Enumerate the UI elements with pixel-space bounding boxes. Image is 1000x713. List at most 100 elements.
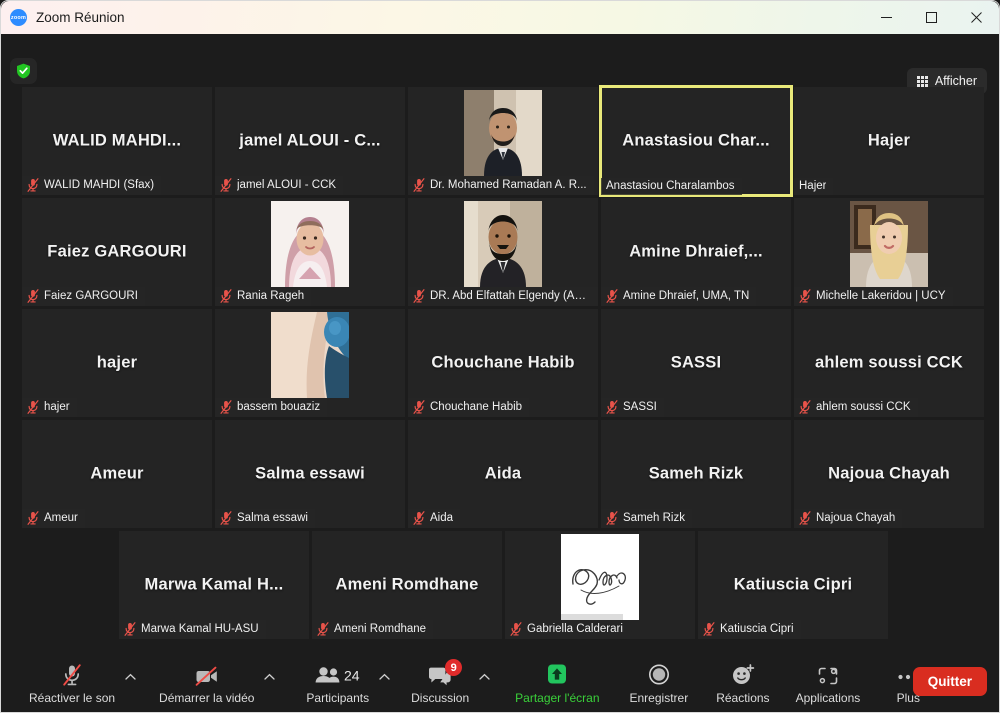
participant-tile[interactable]: bassem bouaziz [215,309,405,417]
participant-name-bar: jamel ALOUI - CCK [215,176,344,195]
participant-name-label: Salma essawi [237,512,308,524]
participant-name-label: Anastasiou Charalambos [606,180,735,192]
minimize-button[interactable] [864,1,909,34]
participant-tile[interactable]: Gabriella Calderari [505,531,695,639]
participant-name-bar: ahlem soussi CCK [794,398,918,417]
participant-tile[interactable]: Ameur Ameur [22,420,212,528]
participant-tile[interactable]: Dr. Mohamed Ramadan A. R... [408,87,598,195]
microphone-muted-icon [27,400,39,414]
participant-name-bar: bassem bouaziz [215,398,328,417]
smiley-plus-icon [730,663,756,687]
participant-display-name: Ameni Romdhane [335,575,479,594]
participant-name-label: Najoua Chayah [816,512,896,524]
reactions-button[interactable]: Réactions [710,657,775,711]
microphone-muted-icon [606,400,618,414]
participant-video [850,201,928,287]
reactions-label: Réactions [716,691,770,705]
window-titlebar: zoom Zoom Réunion [1,1,999,34]
start-video-button[interactable]: Démarrer la vidéo [153,657,260,711]
apps-button[interactable]: Applications [790,657,867,711]
participant-display-name: Najoua Chayah [828,464,950,483]
close-button[interactable] [954,1,999,34]
participant-tile[interactable]: Salma essawi Salma essawi [215,420,405,528]
participant-display-name: WALID MAHDI... [52,131,182,150]
participant-name-bar: Michelle Lakeridou | UCY [794,287,953,306]
participant-tile[interactable]: Chouchane Habib Chouchane Habib [408,309,598,417]
participant-tile[interactable]: WALID MAHDI... WALID MAHDI (Sfax) [22,87,212,195]
participant-tile[interactable]: Najoua Chayah Najoua Chayah [794,420,984,528]
participant-tile[interactable]: hajer hajer [22,309,212,417]
participant-video [271,201,349,287]
chat-options-caret[interactable] [475,657,493,711]
share-screen-button[interactable]: Partager l'écran [509,657,605,711]
share-screen-icon [544,663,570,687]
participants-label: Participants [306,691,370,705]
encryption-shield-icon[interactable] [10,58,37,84]
participant-video [561,534,639,620]
apps-bracket-icon [816,663,840,687]
participant-name-label: Gabriella Calderari [527,623,623,635]
participant-tile[interactable]: DR. Abd Elfattah Elgendy (AS... [408,198,598,306]
participant-name-bar: SASSI [601,398,664,417]
participant-tile[interactable]: Marwa Kamal H... Marwa Kamal HU-ASU [119,531,309,639]
participant-name-label: Marwa Kamal HU-ASU [141,623,259,635]
zoom-logo-icon: zoom [10,9,27,26]
participant-name-bar: Marwa Kamal HU-ASU [119,620,266,639]
participant-display-name: Sameh Rizk [648,464,744,483]
microphone-muted-icon [124,622,136,636]
microphone-muted-icon [27,511,39,525]
participant-display-name: Faiez GARGOURI [47,242,187,261]
participant-tile[interactable]: jamel ALOUI - C... jamel ALOUI - CCK [215,87,405,195]
video-options-caret[interactable] [260,657,278,711]
participant-name-bar: Hajer [794,178,834,195]
leave-meeting-button[interactable]: Quitter [912,667,987,696]
apps-label: Applications [795,691,861,705]
participant-name-label: Sameh Rizk [623,512,685,524]
participant-display-name: Katiuscia Cipri [733,575,853,594]
participant-tile[interactable]: Michelle Lakeridou | UCY [794,198,984,306]
chat-bubble-icon: 9 [427,659,463,687]
participant-name-bar: Ameni Romdhane [312,620,434,639]
participant-tile[interactable]: Amine Dhraief,... Amine Dhraief, UMA, TN [601,198,791,306]
participants-options-caret[interactable] [375,657,393,711]
microphone-muted-icon [27,178,39,192]
view-button-label: Afficher [934,74,977,88]
participant-tile[interactable]: Rania Rageh [215,198,405,306]
participant-tile[interactable]: Anastasiou Char... Anastasiou Charalambo… [599,85,793,197]
participant-tile[interactable]: Hajer Hajer [794,87,984,195]
record-button[interactable]: Enregistrer [624,657,695,711]
microphone-muted-icon [413,400,425,414]
participant-display-name: ahlem soussi CCK [814,353,964,372]
participant-gallery: WALID MAHDI... WALID MAHDI (Sfax) jamel … [1,85,999,655]
participant-display-name: Marwa Kamal H... [144,575,284,594]
participant-tile[interactable]: Sameh Rizk Sameh Rizk [601,420,791,528]
titlebar-left: zoom Zoom Réunion [1,9,125,26]
participant-tile[interactable]: Aida Aida [408,420,598,528]
participants-button[interactable]: 24 Participants [300,657,375,711]
participant-name-label: Amine Dhraief, UMA, TN [623,290,750,302]
participant-tile[interactable]: Ameni Romdhane Ameni Romdhane [312,531,502,639]
microphone-muted-icon [799,289,811,303]
meeting-toolbar: Réactiver le son Démarrer la vidéo 24 Pa… [1,655,999,712]
participant-name-label: Ameur [44,512,78,524]
record-circle-icon [647,663,671,687]
participant-tile[interactable]: Faiez GARGOURI Faiez GARGOURI [22,198,212,306]
participant-tile[interactable]: Katiuscia Cipri Katiuscia Cipri [698,531,888,639]
participant-name-bar: Rania Rageh [215,287,312,306]
participant-name-label: hajer [44,401,70,413]
start-video-label: Démarrer la vidéo [159,691,255,705]
chat-button[interactable]: 9 Discussion [405,657,475,711]
maximize-button[interactable] [909,1,954,34]
participant-tile[interactable]: SASSI SASSI [601,309,791,417]
participant-name-bar: DR. Abd Elfattah Elgendy (AS... [408,287,598,306]
svg-text:24: 24 [344,668,360,684]
unmute-button[interactable]: Réactiver le son [23,657,121,711]
record-label: Enregistrer [629,691,689,705]
audio-options-caret[interactable] [121,657,139,711]
microphone-muted-icon [220,511,232,525]
participant-tile[interactable]: ahlem soussi CCK ahlem soussi CCK [794,309,984,417]
participant-name-bar: Katiuscia Cipri [698,620,801,639]
participant-display-name: SASSI [670,353,722,372]
participant-display-name: Ameur [90,464,144,483]
participant-name-bar: Ameur [22,509,85,528]
